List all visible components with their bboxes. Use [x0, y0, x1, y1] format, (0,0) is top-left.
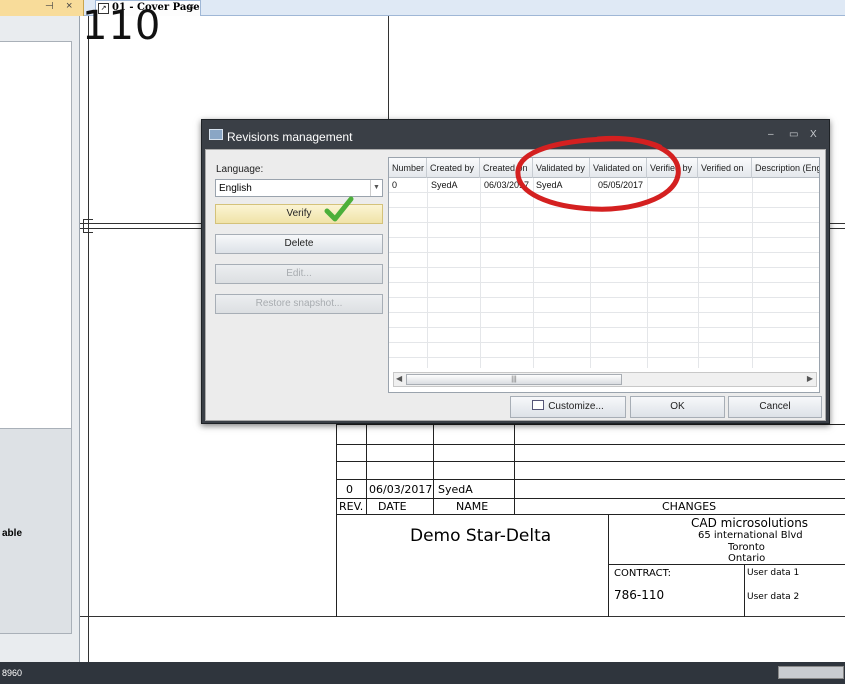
cell-number[interactable]: 0 — [392, 180, 397, 190]
rev-number: 0 — [346, 483, 353, 496]
rev-name: SyedA — [438, 483, 473, 496]
grid-line — [389, 342, 819, 343]
column-header-number[interactable]: Number — [389, 158, 427, 178]
column-header-description[interactable]: Description (Engli — [752, 158, 819, 178]
grid-line — [389, 357, 819, 358]
grid-line — [389, 237, 819, 238]
maximize-icon[interactable]: ▭ — [789, 129, 798, 140]
edit-button[interactable]: Edit... — [215, 264, 383, 284]
left-side-panel: able — [0, 16, 80, 662]
drawing-border-line — [88, 16, 89, 662]
tb-line — [336, 461, 845, 462]
checkmark-icon — [324, 196, 354, 222]
drawing-bracket — [83, 219, 93, 233]
user-data-1: User data 1 — [747, 568, 800, 578]
company-name: CAD microsolutions — [691, 516, 809, 530]
close-icon[interactable]: × — [66, 0, 72, 12]
tb-line — [366, 424, 367, 514]
grid-line — [389, 267, 819, 268]
tb-line — [336, 424, 337, 617]
customize-button[interactable]: Customize... — [510, 396, 626, 418]
title-block: 0 06/03/2017 SyedA REV. DATE NAME CHANGE… — [336, 424, 845, 617]
close-icon[interactable]: X — [810, 129, 817, 140]
scroll-right-icon[interactable]: ▶ — [807, 374, 813, 383]
grid-line — [389, 222, 819, 223]
delete-button[interactable]: Delete — [215, 234, 383, 254]
panel-lower-label: able — [2, 528, 23, 539]
tb-line — [336, 444, 845, 445]
status-bar: 8960 — [0, 662, 845, 684]
rev-header: REV. — [339, 500, 364, 513]
ok-button[interactable]: OK — [630, 396, 725, 418]
cell-created-by[interactable]: SyedA — [431, 180, 458, 190]
tb-line — [744, 564, 745, 617]
status-coordinate: 8960 — [2, 668, 23, 678]
scroll-left-icon[interactable]: ◀ — [396, 374, 402, 383]
tb-line — [608, 564, 845, 565]
grid-line — [389, 312, 819, 313]
pin-icon[interactable]: ⊣ — [45, 1, 54, 12]
restore-snapshot-button[interactable]: Restore snapshot... — [215, 294, 383, 314]
grid-line — [389, 282, 819, 283]
customize-label: Customize... — [548, 401, 604, 412]
tb-line — [336, 498, 845, 499]
verify-button[interactable]: Verify — [215, 204, 383, 224]
date-header: DATE — [378, 500, 407, 513]
tb-line — [336, 424, 845, 425]
column-header-verified-on[interactable]: Verified on — [698, 158, 752, 178]
company-address: 65 international Blvd — [698, 530, 803, 541]
tb-line — [514, 424, 515, 514]
tb-line — [608, 514, 609, 617]
panel-tree-area[interactable] — [0, 41, 72, 441]
sheet-number: 110 — [82, 3, 162, 49]
tb-line — [336, 479, 845, 480]
drawing-grid-line — [388, 16, 389, 124]
highlight-ellipse-annotation — [515, 135, 681, 212]
contract-value: 786-110 — [614, 588, 665, 602]
grid-line — [389, 297, 819, 298]
name-header: NAME — [456, 500, 489, 513]
company-province: Ontario — [728, 553, 766, 564]
contract-label: CONTRACT: — [614, 568, 672, 579]
rev-date: 06/03/2017 — [369, 483, 433, 496]
language-label: Language: — [216, 164, 264, 175]
company-city: Toronto — [728, 542, 765, 553]
grid-line — [389, 252, 819, 253]
user-data-2: User data 2 — [747, 592, 800, 602]
changes-header: CHANGES — [662, 500, 717, 513]
close-tab-icon[interactable]: × — [188, 1, 194, 13]
minimize-icon[interactable]: – — [768, 129, 774, 140]
tb-line — [433, 424, 434, 514]
left-panel-tab[interactable]: ⊣ × — [0, 0, 84, 16]
column-header-created-by[interactable]: Created by — [427, 158, 480, 178]
zoom-slider[interactable] — [778, 666, 844, 679]
language-value: English — [219, 183, 252, 194]
scroll-thumb[interactable]: ||| — [406, 374, 622, 385]
project-name: Demo Star-Delta — [410, 526, 552, 546]
tb-line — [336, 514, 845, 515]
chevron-down-icon[interactable]: ▼ — [370, 180, 382, 196]
language-select[interactable]: English ▼ — [215, 179, 383, 197]
horizontal-scrollbar[interactable]: ◀ ||| ▶ — [393, 372, 817, 387]
customize-icon — [532, 400, 545, 410]
grid-line — [389, 327, 819, 328]
revisions-icon — [209, 129, 223, 140]
cancel-button[interactable]: Cancel — [728, 396, 822, 418]
dialog-title: Revisions management — [227, 130, 353, 144]
